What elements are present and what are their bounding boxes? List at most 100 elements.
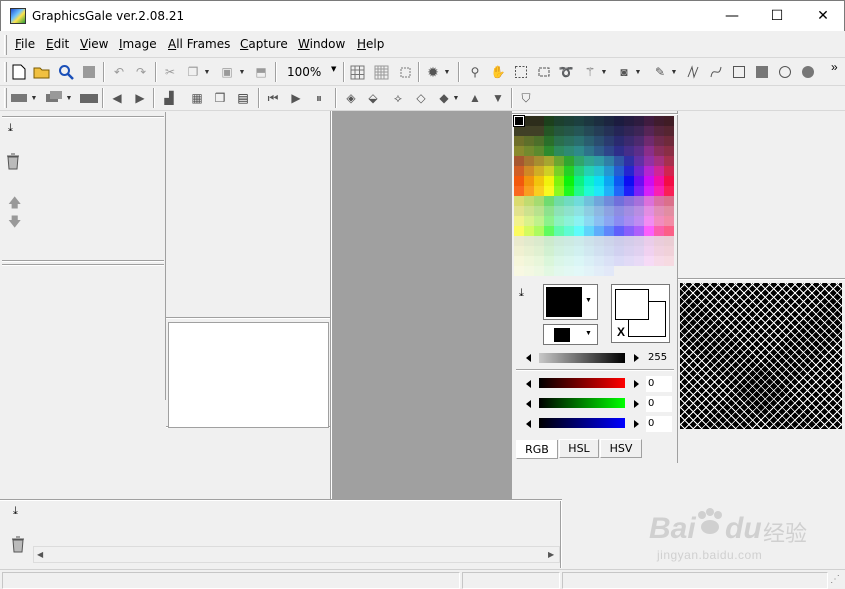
fg-color-select[interactable]: ▼ [543,284,598,320]
paste-dropdown-icon[interactable]: ▼ [238,63,246,81]
palette-swatch[interactable] [514,126,524,136]
effects-dropdown-icon[interactable]: ▼ [443,63,451,81]
layer-down-button[interactable]: ▼ [489,89,507,107]
palette-swatch[interactable] [564,216,574,226]
palette-swatch[interactable] [544,126,554,136]
layer-stack-button[interactable]: ⬙ [364,89,382,107]
palette-swatch[interactable] [604,236,614,246]
maximize-button[interactable]: ☐ [754,1,800,31]
palette-swatch[interactable] [554,236,564,246]
red-decrease-icon[interactable] [526,380,531,388]
pen-button[interactable]: ✎ [651,63,669,81]
palette-swatch[interactable] [594,226,604,236]
palette-swatch[interactable] [604,226,614,236]
palette-swatch[interactable] [664,256,674,266]
palette-swatch[interactable] [594,126,604,136]
palette-swatch[interactable] [664,236,674,246]
palette-swatch[interactable] [574,136,584,146]
palette-swatch[interactable] [534,176,544,186]
palette-swatch[interactable] [624,196,634,206]
frame-view-button[interactable] [10,89,28,107]
palette-swatch[interactable] [544,146,554,156]
tile-button[interactable] [396,63,414,81]
palette-swatch[interactable] [514,206,524,216]
palette-swatch[interactable] [634,196,644,206]
palette-swatch[interactable] [584,266,594,276]
palette-swatch[interactable] [614,166,624,176]
palette-swatch[interactable] [654,156,664,166]
palette-swatch[interactable] [574,116,584,126]
palette-swatch[interactable] [544,206,554,216]
palette-swatch[interactable] [664,176,674,186]
palette-swatch[interactable] [644,156,654,166]
layer-merge-button[interactable]: ◇ [412,89,430,107]
palette-swatch[interactable] [654,206,664,216]
palette-swatch[interactable] [614,256,624,266]
palette-swatch[interactable] [574,266,584,276]
palette-swatch[interactable] [594,266,604,276]
palette-swatch[interactable] [524,236,534,246]
palette-swatch[interactable] [594,186,604,196]
palette-swatch[interactable] [554,166,564,176]
palette-swatch[interactable] [604,266,614,276]
palette-swatch[interactable] [574,186,584,196]
palette-swatch[interactable] [584,226,594,236]
pause-button[interactable]: ⏸ [310,89,328,107]
palette-swatch[interactable] [544,256,554,266]
frame-add-dropdown-icon[interactable]: ▼ [65,89,73,107]
palette-swatch[interactable] [524,176,534,186]
frame-add-button[interactable] [45,89,63,107]
palette-swatch[interactable] [554,196,564,206]
palette-swatch[interactable] [634,216,644,226]
curve-button[interactable] [707,63,725,81]
menu-grip[interactable] [4,35,7,55]
palette-swatch[interactable] [614,226,624,236]
pin-icon[interactable]: ⤓ [8,122,13,135]
palette-swatch[interactable] [644,206,654,216]
palette-swatch[interactable] [534,196,544,206]
minimize-button[interactable]: — [709,1,755,31]
palette-swatch[interactable] [514,226,524,236]
palette-swatch[interactable] [544,136,554,146]
next-frame-button[interactable]: ▶ [131,89,149,107]
palette-swatch[interactable] [514,166,524,176]
palette-swatch[interactable] [644,196,654,206]
wand-dropdown-icon[interactable]: ▼ [600,63,608,81]
palette-swatch[interactable] [634,176,644,186]
green-increase-icon[interactable] [634,400,639,408]
palette-swatch[interactable] [654,196,664,206]
palette-swatch[interactable] [634,186,644,196]
menu-capture[interactable]: Capture [240,37,288,51]
palette-swatch[interactable] [624,206,634,216]
pixel-grid-button[interactable] [372,63,390,81]
palette-swatch[interactable] [514,146,524,156]
palette-swatch[interactable] [594,166,604,176]
palette-swatch[interactable] [594,156,604,166]
redo-button[interactable]: ↷ [132,63,150,81]
palette-swatch[interactable] [524,196,534,206]
layers-pin-icon[interactable]: ⤓ [13,505,18,518]
delete-layer-button[interactable] [10,535,26,556]
palette-swatch[interactable] [564,226,574,236]
palette-swatch[interactable] [544,156,554,166]
palette-swatch[interactable] [634,146,644,156]
new-file-button[interactable] [10,63,28,81]
paste-new-button[interactable]: ⬒ [252,63,270,81]
palette-swatch[interactable] [574,166,584,176]
palette-swatch[interactable] [514,236,524,246]
alpha-increase-icon[interactable] [634,354,639,362]
resize-grip-icon[interactable]: ⋰ [830,574,840,585]
palette-swatch[interactable] [584,196,594,206]
blue-value[interactable]: 0 [646,416,672,432]
filled-rectangle-button[interactable] [753,63,771,81]
palette-swatch[interactable] [624,256,634,266]
palette-swatch[interactable] [534,236,544,246]
previous-frame-button[interactable]: ◀ [108,89,126,107]
copy-dropdown-icon[interactable]: ▼ [203,63,211,81]
palette-swatch[interactable] [664,186,674,196]
palette-swatch[interactable] [614,236,624,246]
palette-swatch[interactable] [534,246,544,256]
palette-swatch[interactable] [564,256,574,266]
palette-swatch[interactable] [574,246,584,256]
palette-swatch[interactable] [534,126,544,136]
